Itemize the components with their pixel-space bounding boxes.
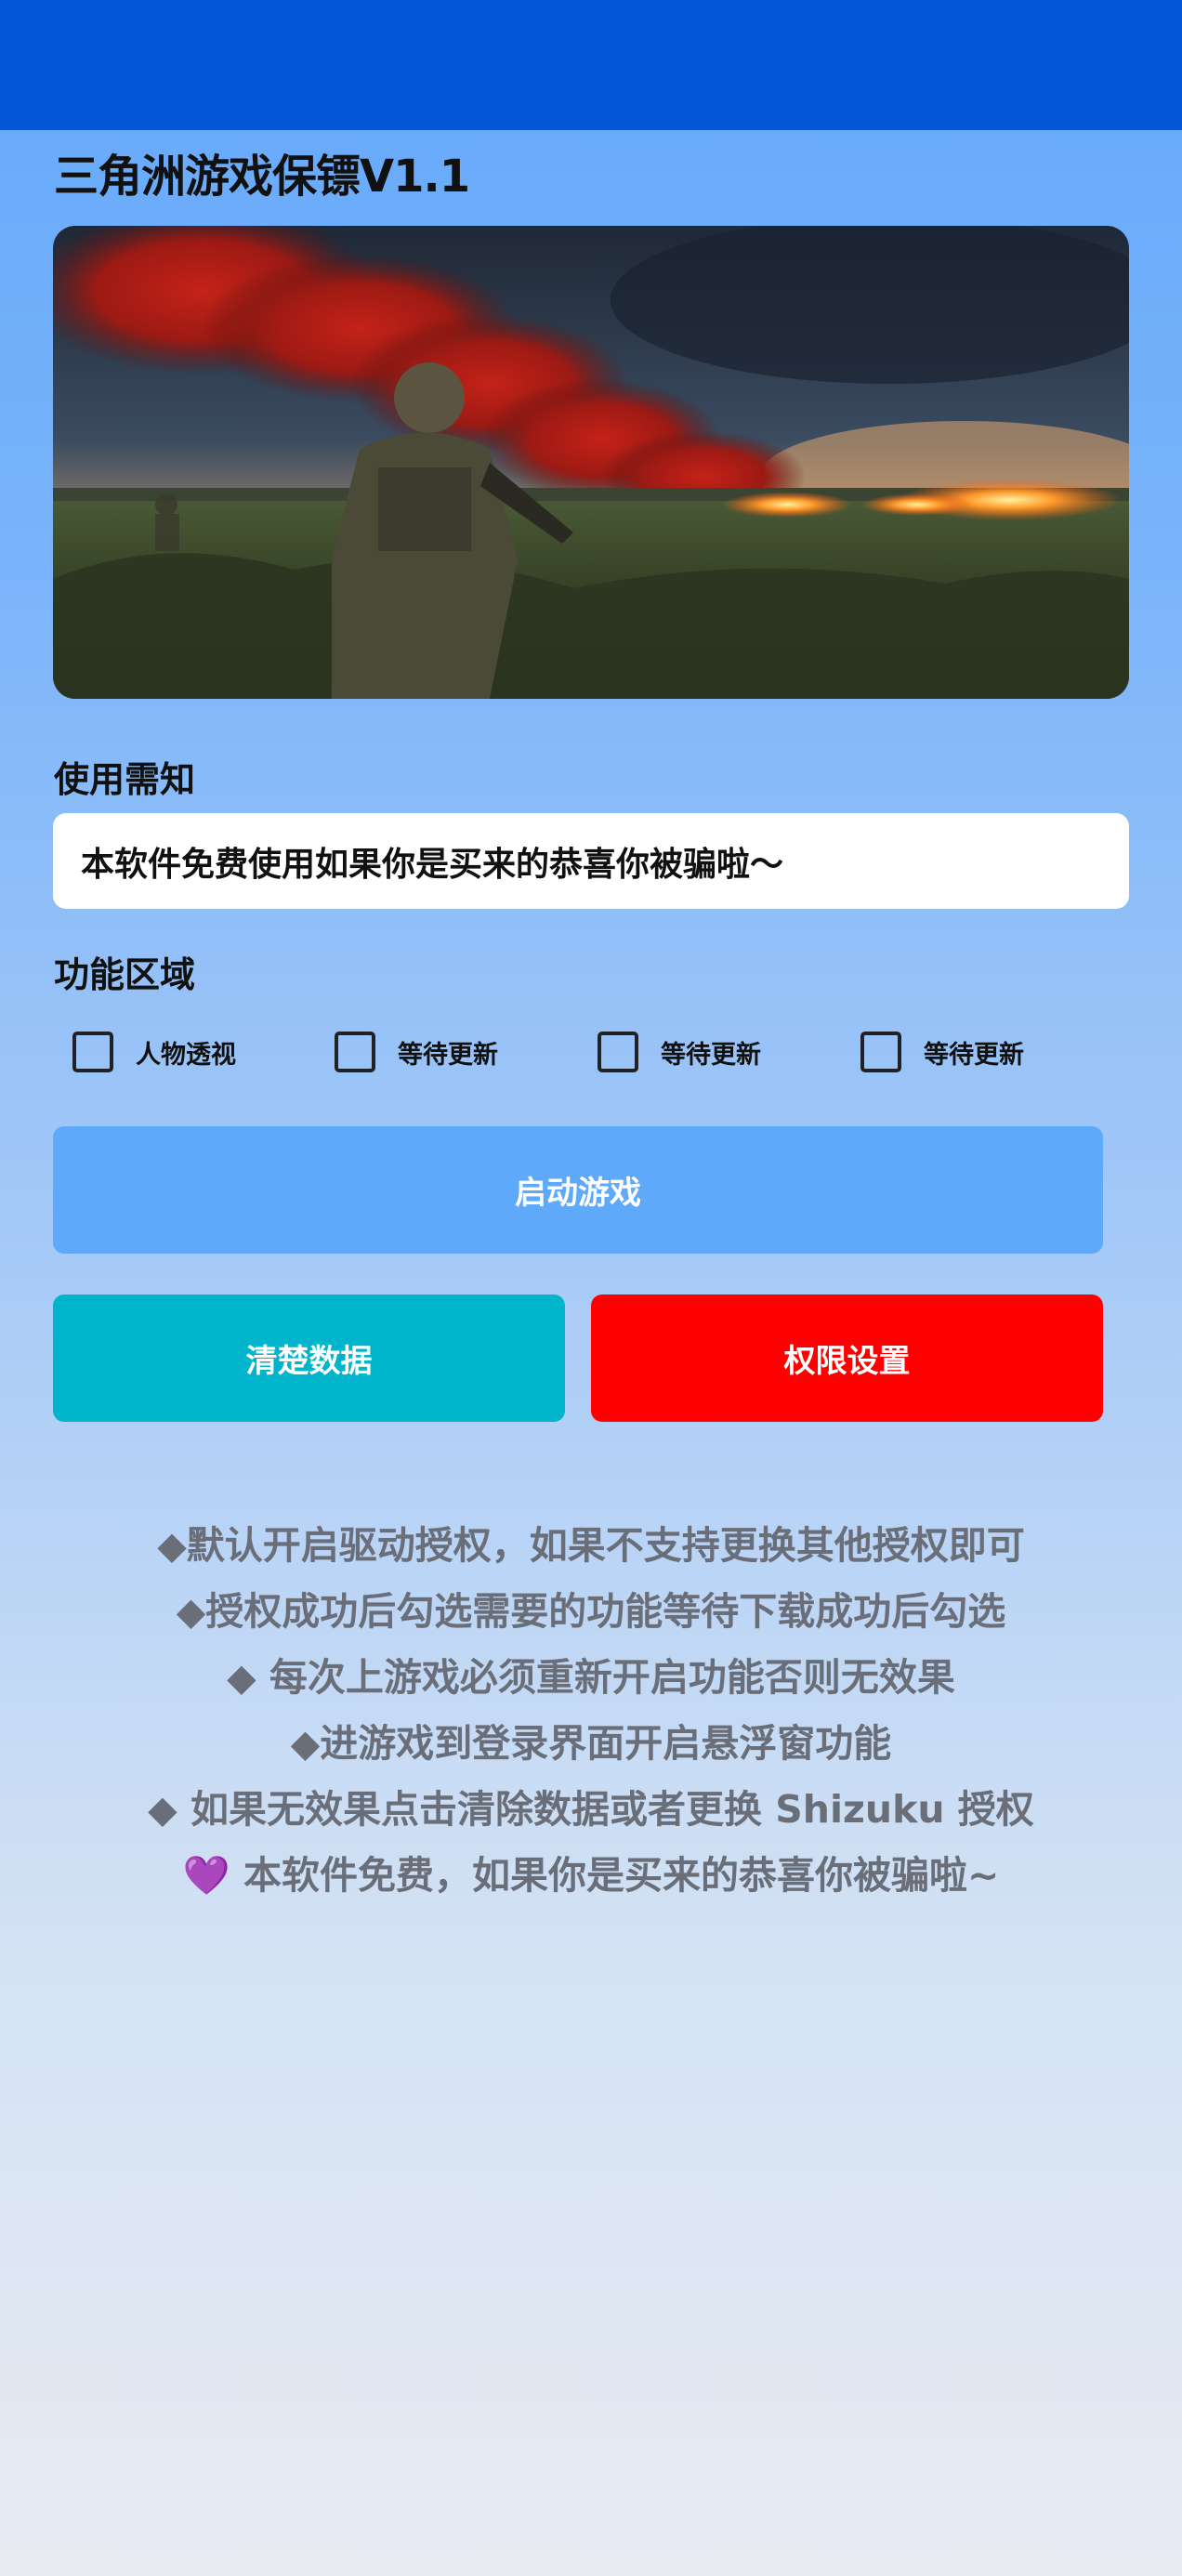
- permission-settings-button[interactable]: 权限设置: [591, 1295, 1103, 1422]
- checkbox-icon[interactable]: [72, 1032, 113, 1072]
- checkbox-icon[interactable]: [598, 1032, 638, 1072]
- feature-checkbox-pending-3[interactable]: 等待更新: [860, 1026, 1024, 1078]
- instruction-line: ◆ 每次上游戏必须重新开启功能否则无效果: [227, 1655, 955, 1700]
- start-game-button[interactable]: 启动游戏: [53, 1126, 1103, 1254]
- instruction-line: ◆授权成功后勾选需要的功能等待下载成功后勾选: [176, 1589, 1006, 1634]
- app-title: 三角洲游戏保镖V1.1: [54, 151, 470, 203]
- instruction-line: 💜 本软件免费，如果你是买来的恭喜你被骗啦~: [182, 1853, 1000, 1898]
- features-label: 功能区域: [54, 954, 196, 995]
- notice-box: 本软件免费使用如果你是买来的恭喜你被骗啦～: [53, 813, 1129, 909]
- checkbox-icon[interactable]: [860, 1032, 901, 1072]
- feature-checkbox-row: 人物透视 等待更新 等待更新 等待更新: [0, 1026, 1182, 1078]
- instructions-list: ◆默认开启驱动授权，如果不支持更换其他授权即可 ◆授权成功后勾选需要的功能等待下…: [0, 1513, 1182, 1909]
- instruction-line: ◆ 如果无效果点击清除数据或者更换 Shizuku 授权: [148, 1787, 1034, 1832]
- status-bar: [0, 0, 1182, 130]
- feature-checkbox-pending-2[interactable]: 等待更新: [598, 1026, 761, 1078]
- clear-data-button[interactable]: 清楚数据: [53, 1295, 565, 1422]
- notice-text: 本软件免费使用如果你是买来的恭喜你被骗啦～: [81, 845, 784, 884]
- checkbox-label: 人物透视: [136, 1040, 236, 1070]
- checkbox-label: 等待更新: [661, 1040, 761, 1070]
- banner-image: [53, 226, 1129, 699]
- feature-checkbox-pending-1[interactable]: 等待更新: [335, 1026, 498, 1078]
- instruction-line: ◆默认开启驱动授权，如果不支持更换其他授权即可: [157, 1523, 1025, 1568]
- notice-label: 使用需知: [54, 759, 196, 800]
- checkbox-label: 等待更新: [924, 1040, 1024, 1070]
- feature-checkbox-player-esp[interactable]: 人物透视: [72, 1026, 236, 1078]
- checkbox-label: 等待更新: [398, 1040, 498, 1070]
- instruction-line: ◆进游戏到登录界面开启悬浮窗功能: [290, 1721, 892, 1766]
- checkbox-icon[interactable]: [335, 1032, 375, 1072]
